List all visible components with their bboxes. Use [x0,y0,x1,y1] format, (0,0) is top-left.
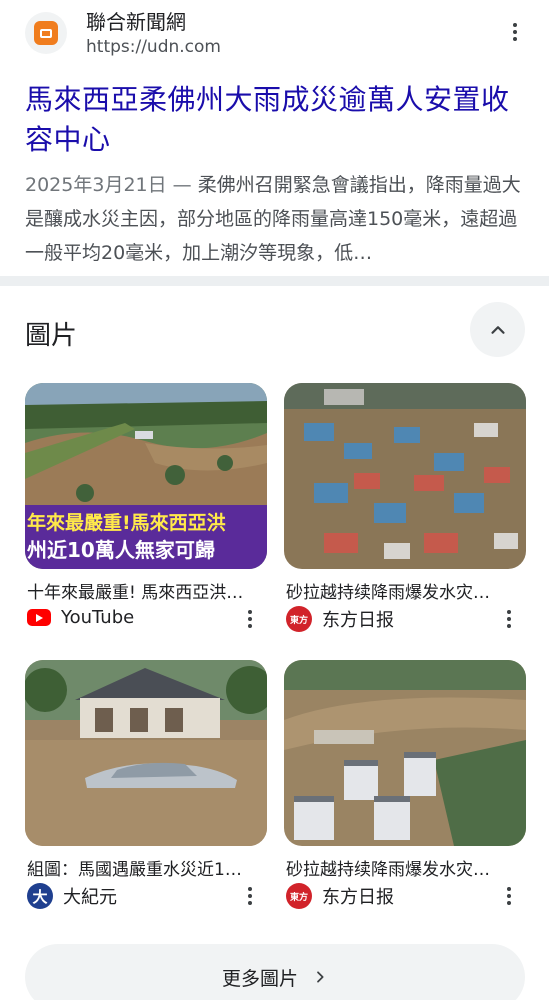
image-source-2[interactable]: 東方 东方日报 [286,606,394,632]
section-divider [0,276,549,286]
image-thumbnail-2[interactable] [284,383,526,569]
image-caption-4[interactable]: 砂拉越持续降雨爆发水灾… [286,855,518,880]
youtube-icon [27,609,51,626]
image-more-options-icon[interactable] [501,605,517,633]
epochtimes-logo-icon: 大 [27,883,53,909]
chevron-right-icon [317,971,324,983]
thumbnail-overlay-line2: 州近10萬人無家可歸 [27,538,215,562]
image-more-options-icon[interactable] [242,605,258,633]
image-caption-3[interactable]: 組圖：馬國遇嚴重水災近1… [27,855,259,880]
image-source-1[interactable]: YouTube [27,607,134,628]
image-thumbnail-1[interactable]: 年來最嚴重!馬來西亞洪 州近10萬人無家可歸 [25,383,267,569]
image-caption-2[interactable]: 砂拉越持续降雨爆发水灾… [286,578,518,603]
thumbnail-overlay-line1: 年來最嚴重!馬來西亞洪 [27,511,226,534]
image-thumbnail-4[interactable] [284,660,526,846]
more-images-button[interactable]: 更多圖片 [25,944,525,1000]
source-label: 大紀元 [63,887,117,908]
result-date: 2025年3月21日 [25,174,167,196]
site-favicon[interactable] [25,12,67,54]
dongfang-logo-icon: 東方 [286,883,312,909]
site-name[interactable]: 聯合新聞網 [86,6,186,35]
image-source-4[interactable]: 東方 东方日报 [286,883,394,909]
result-title-link[interactable]: 馬來西亞柔佛州大雨成災逾萬人安置收容中心 [25,80,525,160]
result-snippet: 2025年3月21日 — 柔佛州召開緊急會議指出，降雨量過大是釀成水災主因，部分… [25,168,530,270]
image-thumbnail-3[interactable] [25,660,267,846]
more-options-icon[interactable] [507,18,523,46]
source-label: 东方日报 [322,610,394,631]
source-label: 东方日报 [322,887,394,908]
more-images-label: 更多圖片 [221,967,298,990]
image-more-options-icon[interactable] [501,882,517,910]
image-caption-1[interactable]: 十年來最嚴重! 馬來西亞洪… [27,578,259,603]
image-source-3[interactable]: 大 大紀元 [27,883,117,909]
udn-logo-icon [34,21,58,45]
image-more-options-icon[interactable] [242,882,258,910]
collapse-button[interactable] [470,302,525,357]
date-separator: — [166,174,198,196]
dongfang-logo-icon: 東方 [286,606,312,632]
images-section-title: 圖片 [25,321,78,351]
source-label: YouTube [61,607,135,628]
chevron-up-icon [490,325,505,334]
site-url[interactable]: https://udn.com [86,37,221,57]
